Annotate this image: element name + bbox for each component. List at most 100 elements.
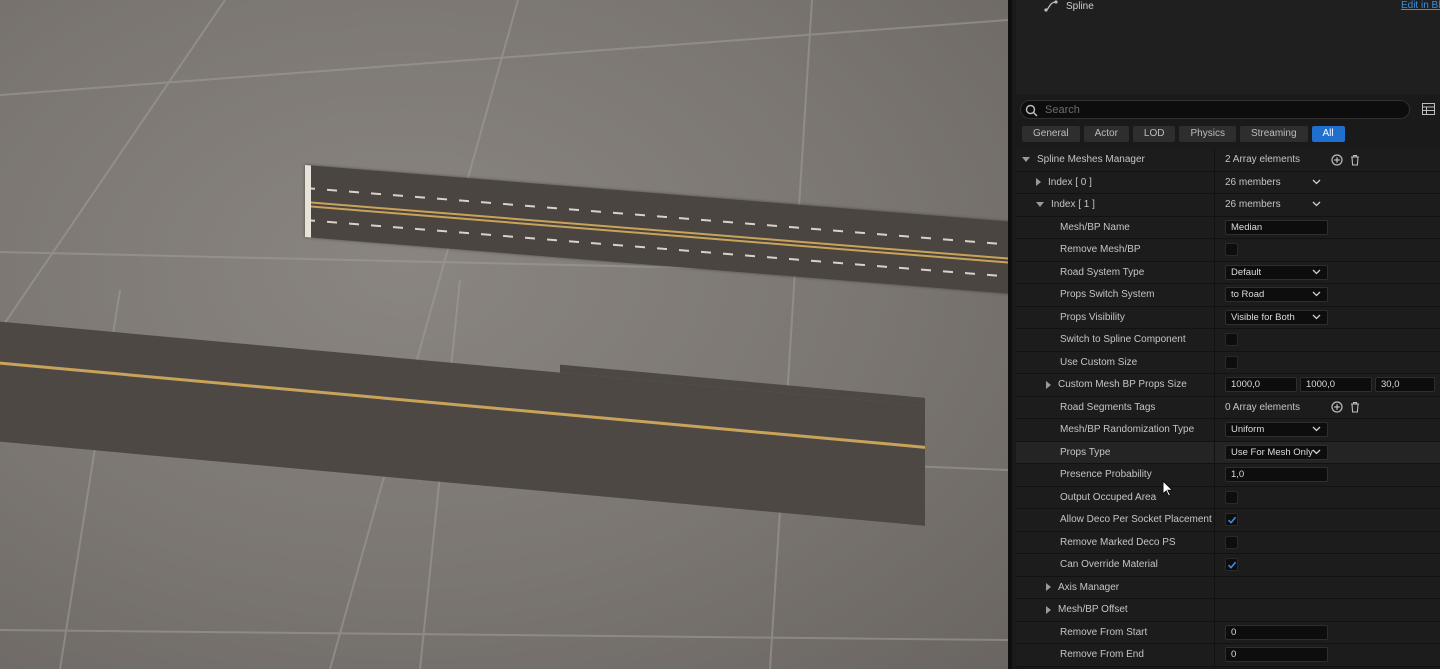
- size-y-input[interactable]: 1000,0: [1300, 377, 1372, 393]
- row-index-0[interactable]: Index [ 0 ] 26 members: [1016, 171, 1440, 194]
- row-label: Axis Manager: [1058, 581, 1120, 593]
- row-label: Allow Deco Per Socket Placement: [1060, 514, 1212, 526]
- switch-spline-checkbox[interactable]: [1225, 333, 1238, 347]
- chevron-down-icon: [1312, 269, 1321, 275]
- chevron-down-icon: [1312, 179, 1321, 185]
- selected-value: Visible for Both: [1231, 311, 1295, 323]
- presence-probability-input[interactable]: 1,0: [1225, 467, 1328, 483]
- search-box[interactable]: [1020, 100, 1410, 119]
- filter-tabs: General Actor LOD Physics Streaming All: [1022, 126, 1345, 142]
- search-input[interactable]: [1045, 102, 1395, 117]
- tab-general[interactable]: General: [1022, 126, 1080, 142]
- row-label: Remove From Start: [1060, 626, 1148, 638]
- row-label: Props Type: [1060, 446, 1111, 458]
- members-dropdown[interactable]: 26 members: [1225, 177, 1321, 188]
- row-index-1[interactable]: Index [ 1 ] 26 members: [1016, 194, 1440, 217]
- row-label: Custom Mesh BP Props Size: [1058, 379, 1187, 391]
- row-remove-from-end: Remove From End 0: [1016, 644, 1440, 667]
- tab-actor[interactable]: Actor: [1083, 126, 1129, 142]
- remove-mesh-checkbox[interactable]: [1225, 243, 1238, 257]
- add-element-icon[interactable]: [1331, 401, 1343, 413]
- row-allow-deco: Allow Deco Per Socket Placement: [1016, 509, 1440, 532]
- row-label: Mesh/BP Offset: [1058, 604, 1128, 616]
- props-visibility-dropdown[interactable]: Visible for Both: [1225, 309, 1328, 325]
- props-switch-dropdown[interactable]: to Road: [1225, 287, 1328, 303]
- randomization-dropdown[interactable]: Uniform: [1225, 422, 1328, 438]
- members-count: 26 members: [1225, 176, 1281, 188]
- row-label: Presence Probability: [1060, 469, 1152, 481]
- size-z-input[interactable]: 30,0: [1375, 377, 1435, 393]
- row-randomization-type: Mesh/BP Randomization Type Uniform: [1016, 419, 1440, 442]
- property-list: Spline Meshes Manager 2 Array elements I…: [1016, 149, 1440, 667]
- row-props-visibility: Props Visibility Visible for Both: [1016, 306, 1440, 329]
- row-label: Mesh/BP Randomization Type: [1060, 424, 1195, 436]
- row-presence-probability: Presence Probability 1,0: [1016, 464, 1440, 487]
- selected-value: Default: [1231, 266, 1262, 278]
- chevron-down-icon: [1312, 314, 1321, 320]
- delete-array-icon[interactable]: [1349, 401, 1361, 413]
- component-name: Spline: [1066, 0, 1094, 12]
- selected-value: Use For Mesh Only: [1231, 446, 1313, 458]
- mouse-cursor-icon: [1162, 480, 1174, 497]
- edit-in-blueprint-link[interactable]: Edit in Blu: [1401, 0, 1440, 11]
- size-x-input[interactable]: 1000,0: [1225, 377, 1297, 393]
- props-type-dropdown[interactable]: Use For Mesh Only: [1225, 444, 1328, 460]
- details-panel: Spline Edit in Blu General Actor LOD Phy…: [1008, 0, 1440, 669]
- remove-from-end-input[interactable]: 0: [1225, 647, 1328, 663]
- row-label: Use Custom Size: [1060, 356, 1138, 368]
- output-occupied-checkbox[interactable]: [1225, 490, 1238, 504]
- row-label: Remove Marked Deco PS: [1060, 536, 1176, 548]
- component-spline[interactable]: Spline: [1044, 0, 1094, 12]
- expand-arrow-icon[interactable]: [1046, 380, 1051, 389]
- row-label: Remove Mesh/BP: [1060, 244, 1141, 256]
- expand-arrow-icon[interactable]: [1036, 178, 1041, 187]
- expand-arrow-icon[interactable]: [1046, 605, 1051, 614]
- road-system-type-dropdown[interactable]: Default: [1225, 264, 1328, 280]
- level-viewport[interactable]: [0, 0, 1008, 669]
- row-custom-mesh-size[interactable]: Custom Mesh BP Props Size 1000,0 1000,0 …: [1016, 374, 1440, 397]
- checkmark-icon: [1227, 516, 1237, 525]
- expand-arrow-icon[interactable]: [1036, 202, 1044, 208]
- mesh-name-input[interactable]: Median: [1225, 219, 1328, 235]
- row-switch-to-spline: Switch to Spline Component: [1016, 329, 1440, 352]
- remove-from-start-input[interactable]: 0: [1225, 624, 1328, 640]
- row-label: Road System Type: [1060, 266, 1145, 278]
- members-dropdown[interactable]: 26 members: [1225, 199, 1321, 210]
- row-label: Index [ 0 ]: [1048, 176, 1092, 188]
- row-props-switch-system: Props Switch System to Road: [1016, 284, 1440, 307]
- row-mesh-bp-offset[interactable]: Mesh/BP Offset: [1016, 599, 1440, 622]
- array-count: 2 Array elements: [1225, 154, 1301, 166]
- delete-array-icon[interactable]: [1349, 154, 1361, 166]
- row-remove-from-start: Remove From Start 0: [1016, 621, 1440, 644]
- tab-physics[interactable]: Physics: [1179, 126, 1236, 142]
- row-output-occupied-area: Output Occuped Area: [1016, 486, 1440, 509]
- row-props-type: Props Type Use For Mesh Only: [1016, 441, 1440, 464]
- row-label: Can Override Material: [1060, 559, 1158, 571]
- override-material-checkbox[interactable]: [1225, 558, 1238, 572]
- tab-all[interactable]: All: [1311, 126, 1345, 142]
- row-label: Remove From End: [1060, 649, 1144, 661]
- chevron-down-icon: [1312, 291, 1321, 297]
- expand-arrow-icon[interactable]: [1022, 157, 1030, 163]
- add-element-icon[interactable]: [1331, 154, 1343, 166]
- row-road-system-type: Road System Type Default: [1016, 261, 1440, 284]
- row-spline-meshes-manager[interactable]: Spline Meshes Manager 2 Array elements: [1016, 149, 1440, 172]
- row-label: Road Segments Tags: [1060, 401, 1156, 413]
- row-axis-manager[interactable]: Axis Manager: [1016, 576, 1440, 599]
- row-use-custom-size: Use Custom Size: [1016, 351, 1440, 374]
- tab-streaming[interactable]: Streaming: [1239, 126, 1308, 142]
- selected-value: to Road: [1231, 289, 1265, 301]
- expand-arrow-icon[interactable]: [1046, 583, 1051, 592]
- row-label: Spline Meshes Manager: [1037, 154, 1145, 166]
- grid-toggle-icon[interactable]: [1422, 103, 1435, 115]
- remove-marked-checkbox[interactable]: [1225, 535, 1238, 549]
- row-label: Switch to Spline Component: [1060, 334, 1186, 346]
- use-custom-size-checkbox[interactable]: [1225, 355, 1238, 369]
- tab-lod[interactable]: LOD: [1132, 126, 1176, 142]
- allow-deco-checkbox[interactable]: [1225, 513, 1238, 527]
- spline-icon: [1044, 0, 1058, 12]
- row-label: Index [ 1 ]: [1051, 199, 1095, 211]
- row-label: Props Switch System: [1060, 289, 1155, 301]
- search-icon: [1025, 104, 1038, 117]
- chevron-down-icon: [1312, 201, 1321, 207]
